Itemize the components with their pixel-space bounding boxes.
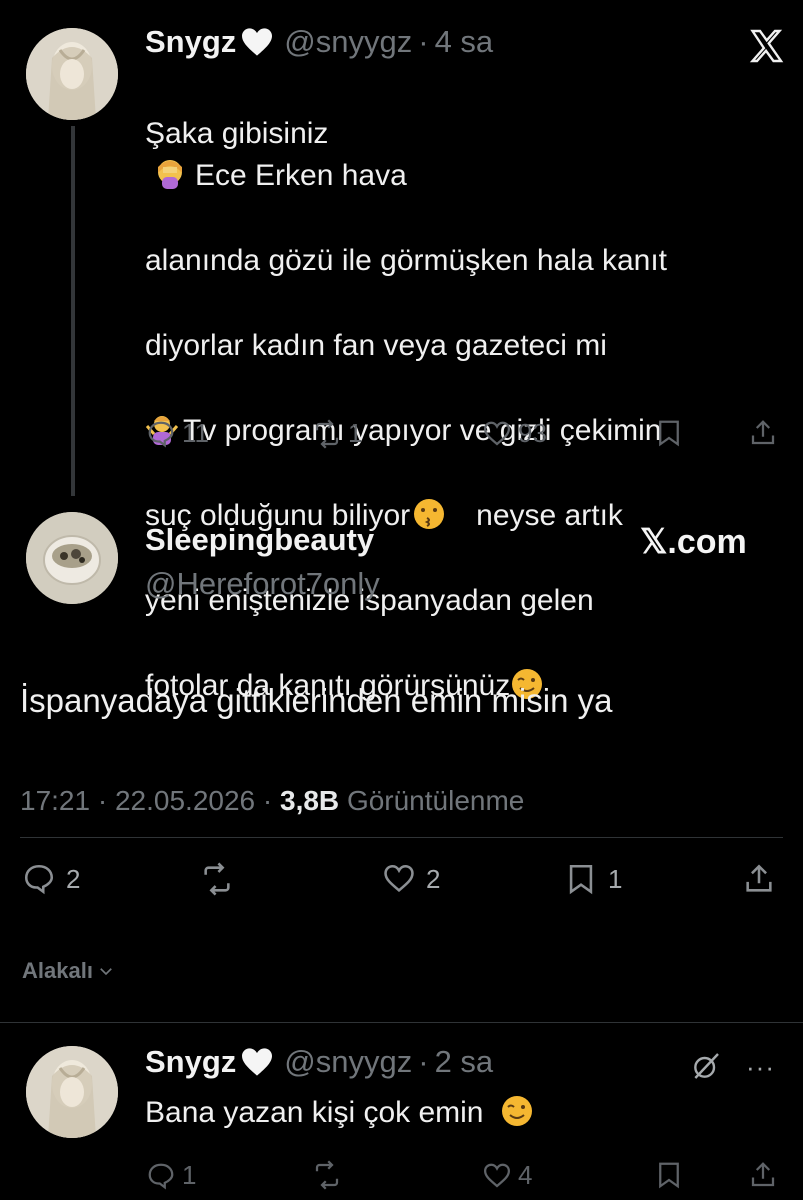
- repost-icon: [315, 1160, 339, 1190]
- x-com-watermark: 𝕏.com: [640, 523, 747, 561]
- tweet-date[interactable]: 22.05.2026: [115, 785, 255, 816]
- separator-dot: ·: [418, 24, 429, 59]
- reply-button[interactable]: 11: [146, 418, 209, 449]
- bookmark-icon: [569, 864, 593, 895]
- like-count: 93: [518, 418, 547, 448]
- repost-count: 1: [348, 418, 363, 448]
- kissing-face-emoji-icon: [414, 499, 445, 529]
- avatar[interactable]: [26, 512, 118, 604]
- display-name[interactable]: Snygz: [145, 24, 236, 60]
- heart-icon: [483, 1163, 511, 1187]
- tweet-header: Snygz @snyygz · 2 sa: [145, 1044, 493, 1080]
- repost-button[interactable]: 1: [312, 418, 362, 449]
- bookmark-button[interactable]: [654, 1160, 684, 1190]
- thread-line: [71, 126, 75, 496]
- avatar[interactable]: [26, 1046, 118, 1138]
- heart-icon: [384, 864, 414, 892]
- share-button[interactable]: [748, 418, 778, 448]
- like-button[interactable]: 2: [382, 862, 440, 896]
- like-count: 4: [518, 1160, 533, 1190]
- handle[interactable]: @snyygz: [284, 1044, 412, 1080]
- tweet-meta: 17:21 · 22.05.2026 · 3,8B Görüntülenme: [20, 785, 525, 816]
- heart-icon: [483, 421, 511, 445]
- like-button[interactable]: 4: [482, 1160, 532, 1191]
- tweet-text: Şaka gibisiniz Ece Erken hava alanında g…: [145, 116, 668, 703]
- white-heart-icon: [242, 1048, 273, 1076]
- reply-icon: [148, 421, 174, 447]
- reply-count: 2: [66, 863, 81, 894]
- tweet-text: Bana yazan kişi çok emin: [145, 1094, 534, 1130]
- timestamp[interactable]: 2 sa: [435, 1044, 494, 1080]
- tweet-time[interactable]: 17:21: [20, 785, 90, 816]
- reply-icon: [24, 864, 54, 895]
- share-button[interactable]: [748, 1160, 778, 1190]
- divider: [0, 1022, 803, 1023]
- bookmark-icon: [659, 420, 679, 447]
- reply-button[interactable]: 1: [146, 1160, 196, 1191]
- display-name[interactable]: Snygz: [145, 1044, 236, 1080]
- bookmark-button[interactable]: [654, 418, 684, 448]
- share-icon: [751, 420, 775, 445]
- handle[interactable]: @snyygz: [284, 24, 412, 60]
- reply-count: 1: [182, 1160, 197, 1190]
- divider: [20, 837, 783, 838]
- handle[interactable]: @Hereforot7only: [145, 566, 380, 602]
- reply-icon: [148, 1163, 174, 1189]
- timestamp[interactable]: 4 sa: [435, 24, 494, 60]
- repost-icon: [204, 862, 230, 896]
- reply-button[interactable]: 2: [22, 862, 80, 896]
- view-count: 3,8B: [280, 785, 340, 816]
- views-label: Görüntülenme: [346, 785, 525, 816]
- share-icon: [746, 864, 772, 892]
- like-button[interactable]: 93: [482, 418, 547, 449]
- bookmark-button[interactable]: 1: [564, 862, 622, 896]
- more-options-icon[interactable]: ···: [746, 1052, 775, 1083]
- sort-relevance-dropdown[interactable]: Alakalı: [22, 958, 115, 984]
- separator-dot: ·: [418, 1044, 429, 1079]
- white-heart-icon: [242, 28, 273, 56]
- sort-label: Alakalı: [22, 958, 93, 983]
- like-count: 2: [426, 863, 441, 894]
- share-icon: [751, 1162, 775, 1187]
- chevron-down-icon: [100, 968, 112, 976]
- repost-icon: [315, 418, 339, 449]
- tweet-text: İspanyadaya gittiklerinden emin misin ya: [20, 682, 613, 719]
- share-button[interactable]: [742, 862, 776, 896]
- bookmark-icon: [659, 1162, 679, 1189]
- grok-icon[interactable]: [690, 1050, 722, 1087]
- repost-button[interactable]: [312, 1160, 342, 1190]
- face-palm-emoji-icon: [158, 160, 182, 189]
- winking-face-emoji-icon: [501, 1096, 532, 1126]
- repost-button[interactable]: [200, 862, 234, 896]
- x-logo-icon[interactable]: [748, 28, 784, 69]
- tweet-header: Snygz @snyygz · 4 sa: [145, 24, 493, 60]
- bookmark-count: 1: [608, 863, 623, 894]
- display-name[interactable]: Sleepingbeauty: [145, 522, 374, 558]
- avatar[interactable]: [26, 28, 118, 120]
- reply-count: 11: [182, 418, 209, 448]
